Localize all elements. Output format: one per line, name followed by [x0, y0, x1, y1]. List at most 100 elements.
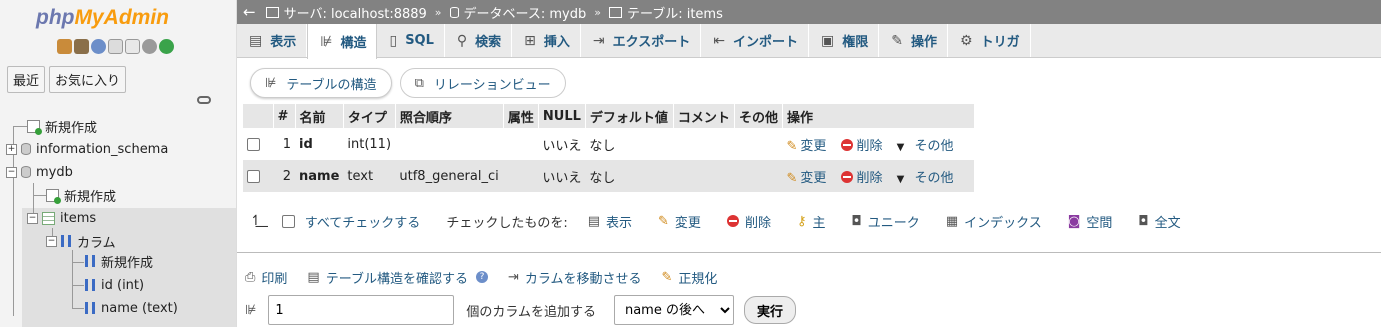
add-column-count-input[interactable]: [268, 295, 455, 325]
tree-item-new-table[interactable]: 新規作成: [46, 184, 116, 206]
expand-icon[interactable]: +: [6, 143, 17, 155]
table-row: 1 id int(11) いいえ なし ✎ 変更 削除 ▼ その他: [243, 128, 975, 160]
collapse-icon[interactable]: −: [46, 235, 57, 247]
breadcrumb-separator: »: [594, 5, 601, 19]
collapse-icon[interactable]: −: [6, 166, 17, 178]
quick-icons: [57, 39, 174, 54]
structure-table: # 名前 タイプ 照合順序 属性 NULL デフォルト値 コメント その他 操作…: [243, 104, 975, 192]
tab-insert[interactable]: ⊞ 挿入: [512, 24, 581, 57]
new-database-icon: [27, 119, 42, 135]
bulk-index-button[interactable]: ▦ インデックス: [946, 212, 1042, 231]
bulk-label: 主: [812, 215, 826, 231]
header-null[interactable]: NULL: [538, 104, 586, 128]
unique-icon: ◘: [851, 213, 862, 229]
add-column-position-select[interactable]: name の後へ: [613, 295, 734, 325]
phpmyadmin-logo[interactable]: phpMyAdmin: [36, 6, 169, 30]
tab-label: 権限: [842, 35, 869, 50]
tab-privileges[interactable]: ▣ 権限: [809, 24, 880, 57]
tab-triggers[interactable]: ⚙ トリガ: [948, 24, 1031, 57]
header-attributes[interactable]: 属性: [503, 104, 539, 128]
more-actions-button[interactable]: その他: [915, 139, 954, 154]
collapse-icon[interactable]: −: [27, 212, 38, 224]
bulk-fulltext-button[interactable]: ◘ 全文: [1138, 212, 1180, 231]
drop-column-button[interactable]: 削除: [840, 170, 883, 186]
delete-label: 削除: [856, 170, 883, 186]
bulk-spatial-button[interactable]: ◙ 空間: [1068, 212, 1113, 231]
breadcrumb-server[interactable]: サーバ: localhost:8889: [265, 3, 427, 22]
tree-item-new-column[interactable]: 新規作成: [85, 250, 153, 272]
delete-icon: [840, 170, 853, 183]
breadcrumb-database[interactable]: データベース: mydb: [449, 3, 586, 22]
more-actions-button[interactable]: その他: [915, 171, 954, 186]
row-checkbox[interactable]: [247, 169, 260, 183]
bulk-label: 削除: [744, 215, 771, 231]
bulk-delete-button[interactable]: 削除: [726, 212, 771, 231]
header-type[interactable]: タイプ: [343, 104, 396, 128]
subtab-relation-view[interactable]: ⧉ リレーションビュー: [399, 68, 566, 98]
edit-column-button[interactable]: ✎ 変更: [786, 171, 826, 186]
tab-operations[interactable]: ✎ 操作: [879, 24, 949, 57]
bulk-edit-button[interactable]: ✎ 変更: [658, 212, 701, 231]
tree-label: カラム: [77, 235, 116, 251]
normalize-link[interactable]: ✎ 正規化: [661, 268, 717, 287]
docs-sql-icon[interactable]: [125, 39, 140, 54]
breadcrumb-table[interactable]: テーブル: items: [608, 3, 723, 22]
recent-favorites-tabs: 最近 お気に入り: [7, 66, 127, 93]
table-row: 2 name text utf8_general_ci いいえ なし ✎ 変更 削…: [243, 160, 975, 192]
bulk-primary-button[interactable]: ⚷ 主: [797, 212, 826, 231]
chevron-down-icon[interactable]: ▼: [897, 174, 905, 185]
header-comment[interactable]: コメント: [673, 104, 735, 128]
tree-item-column-name[interactable]: name (text): [85, 297, 178, 319]
help-icon[interactable]: ?: [475, 271, 488, 283]
gear-icon[interactable]: [142, 39, 157, 54]
tree-label: information_schema: [36, 141, 169, 157]
navigation-panel: phpMyAdmin 最近 お気に入り 新規作成 + information_s…: [0, 0, 237, 327]
tree-line: [13, 126, 27, 127]
tab-browse[interactable]: ▤ 表示: [237, 24, 308, 57]
tab-structure[interactable]: ⊯ 構造: [307, 24, 378, 59]
tab-import[interactable]: ⇤ インポート: [701, 24, 810, 57]
import-icon: ⇤: [713, 32, 726, 49]
reload-icon[interactable]: [159, 39, 174, 54]
tab-export[interactable]: ⇥ エクスポート: [581, 24, 702, 57]
header-default[interactable]: デフォルト値: [585, 104, 674, 128]
bulk-unique-button[interactable]: ◘ ユニーク: [852, 212, 920, 231]
help-icon[interactable]: [91, 39, 106, 54]
link-with-main-icon[interactable]: [197, 96, 211, 104]
tab-favorites[interactable]: お気に入り: [49, 66, 127, 93]
tree-item-column-id[interactable]: id (int): [85, 274, 144, 296]
drop-column-button[interactable]: 削除: [840, 138, 883, 154]
structure-subtabs: ⊯ テーブルの構造 ⧉ リレーションビュー: [250, 68, 566, 98]
tab-sql[interactable]: ▯ SQL: [377, 24, 445, 57]
chevron-down-icon[interactable]: ▼: [897, 142, 905, 153]
header-collation[interactable]: 照合順序: [395, 104, 504, 128]
tree-item-columns[interactable]: − カラム: [46, 230, 116, 252]
header-name[interactable]: 名前: [295, 104, 344, 128]
print-link[interactable]: ⎙ 印刷: [245, 268, 287, 287]
subtab-label: テーブルの構造: [286, 77, 377, 93]
go-button[interactable]: 実行: [743, 296, 796, 324]
row-checkbox[interactable]: [247, 137, 260, 151]
cell-type: text: [343, 160, 396, 192]
tree-item-information-schema[interactable]: + information_schema: [6, 138, 168, 160]
tab-search[interactable]: ⚲ 検索: [445, 24, 513, 57]
collapse-panel-arrow-icon[interactable]: ←: [243, 3, 256, 21]
tree-item-mydb[interactable]: − mydb: [6, 161, 73, 183]
edit-column-button[interactable]: ✎ 変更: [786, 139, 826, 154]
subtab-table-structure[interactable]: ⊯ テーブルの構造: [250, 68, 392, 98]
tree-item-new-database[interactable]: 新規作成: [27, 115, 97, 137]
move-columns-link[interactable]: ⇥ カラムを移動させる: [508, 268, 642, 287]
check-all-checkbox[interactable]: [281, 214, 295, 228]
header-num[interactable]: #: [273, 104, 296, 128]
header-extra[interactable]: その他: [734, 104, 783, 128]
add-column-icon: ⊯: [245, 302, 257, 318]
tree-item-items[interactable]: − items: [27, 207, 96, 229]
privileges-icon: ▣: [821, 32, 835, 49]
docs-icon[interactable]: [108, 39, 123, 54]
bulk-browse-button[interactable]: ▤ 表示: [588, 212, 632, 231]
home-icon[interactable]: [57, 39, 72, 54]
propose-structure-link[interactable]: ▤ テーブル構造を確認する?: [307, 268, 488, 287]
check-all-label[interactable]: すべてチェックする: [305, 212, 421, 231]
logout-icon[interactable]: [74, 39, 89, 54]
tab-recent[interactable]: 最近: [7, 66, 46, 93]
